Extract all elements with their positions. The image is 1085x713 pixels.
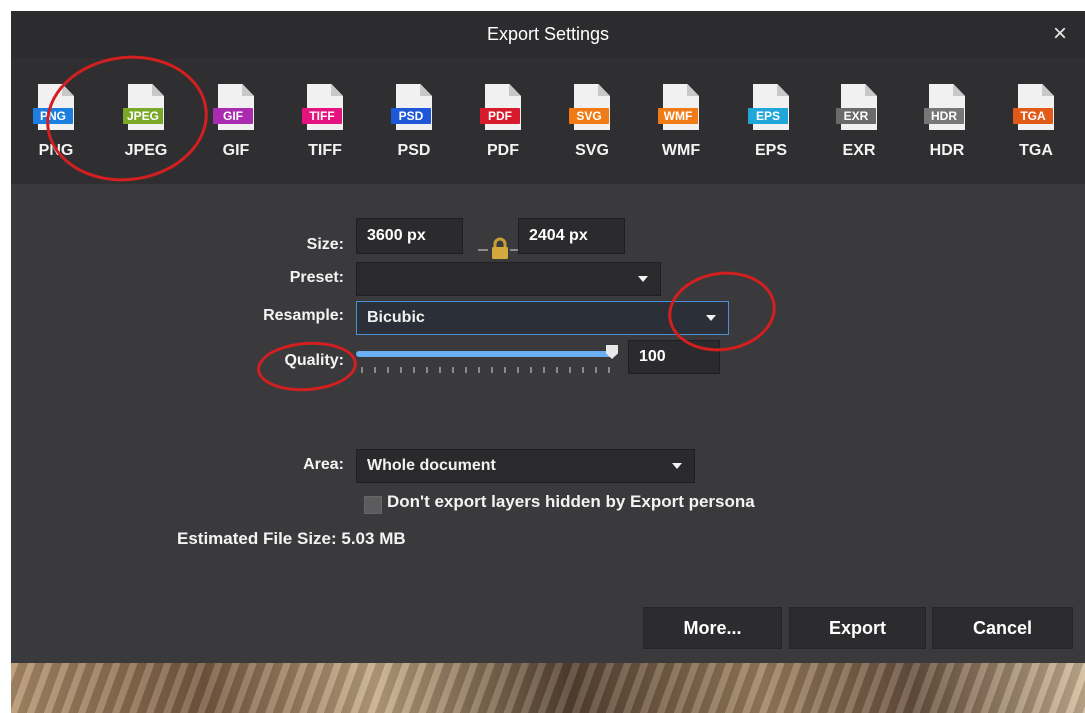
background-photo-strip	[11, 663, 1085, 713]
format-gif[interactable]: GIF GIF	[201, 84, 261, 174]
format-label: HDR	[929, 142, 965, 159]
format-wmf[interactable]: WMF WMF	[646, 84, 706, 174]
cancel-button[interactable]: Cancel	[932, 607, 1073, 649]
chevron-down-icon	[672, 463, 682, 469]
format-tag: PDF	[480, 108, 520, 124]
format-tag: EPS	[748, 108, 788, 124]
format-tag: EXR	[836, 108, 876, 124]
height-input[interactable]: 2404 px	[518, 218, 625, 254]
area-dropdown[interactable]: Whole document	[356, 449, 695, 483]
format-tiff[interactable]: TIFF TIFF	[290, 84, 350, 174]
export-settings-dialog: Export Settings × PNG PNG JPEG JPEG GIF …	[11, 11, 1085, 663]
width-input[interactable]: 3600 px	[356, 218, 463, 254]
format-svg[interactable]: SVG SVG	[557, 84, 617, 174]
close-icon[interactable]: ×	[1045, 19, 1075, 49]
lock-line-left	[478, 249, 488, 251]
format-hdr[interactable]: HDR HDR	[912, 84, 972, 174]
preset-dropdown[interactable]	[356, 262, 661, 296]
quality-slider[interactable]	[356, 345, 618, 359]
format-pdf[interactable]: PDF PDF	[468, 84, 528, 174]
format-tag: GIF	[213, 108, 253, 124]
size-label: Size:	[306, 236, 344, 253]
format-label: PSD	[397, 142, 431, 159]
quality-slider-ticks	[361, 367, 615, 373]
format-tag: TGA	[1013, 108, 1053, 124]
more-button[interactable]: More...	[643, 607, 782, 649]
resample-label: Resample:	[263, 307, 344, 324]
hidden-layers-label: Don't export layers hidden by Export per…	[387, 492, 755, 511]
format-label: SVG	[575, 142, 609, 159]
export-button[interactable]: Export	[789, 607, 926, 649]
format-label: TGA	[1019, 142, 1053, 159]
format-label: EPS	[754, 142, 787, 159]
quality-slider-fill	[356, 351, 612, 357]
format-tag: PSD	[391, 108, 431, 124]
lock-icon[interactable]	[490, 237, 510, 261]
format-tag: SVG	[569, 108, 609, 124]
format-tag: WMF	[658, 108, 698, 124]
chevron-down-icon	[638, 276, 648, 282]
area-label: Area:	[303, 456, 344, 473]
dialog-title: Export Settings	[486, 24, 610, 44]
format-label: TIFF	[308, 142, 342, 159]
format-label: EXR	[842, 142, 876, 159]
format-tag: TIFF	[302, 108, 342, 124]
file-fold-icon	[242, 84, 254, 96]
format-eps[interactable]: EPS EPS	[736, 84, 796, 174]
format-tag: HDR	[924, 108, 964, 124]
format-label: PDF	[487, 142, 519, 159]
titlebar: Export Settings ×	[11, 11, 1085, 58]
resample-value: Bicubic	[367, 309, 425, 326]
area-value: Whole document	[367, 457, 496, 474]
estimated-file-size: Estimated File Size: 5.03 MB	[177, 529, 406, 548]
hidden-layers-checkbox[interactable]	[364, 496, 382, 514]
quality-annotation-circle	[255, 338, 359, 395]
format-label: WMF	[661, 142, 701, 159]
preset-label: Preset:	[289, 269, 344, 286]
format-label: GIF	[222, 142, 250, 159]
format-exr[interactable]: EXR EXR	[824, 84, 884, 174]
format-tga[interactable]: TGA TGA	[1001, 84, 1061, 174]
format-psd[interactable]: PSD PSD	[379, 84, 439, 174]
